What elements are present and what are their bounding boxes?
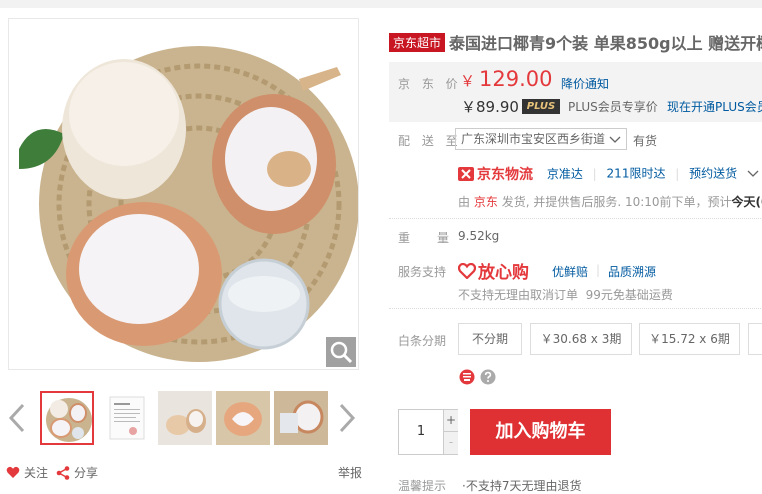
price-amount: 129.00 [479, 67, 553, 91]
weight-value: 9.52kg [458, 229, 500, 243]
report-link[interactable]: 举报 [338, 464, 362, 481]
logistics-truck-icon [458, 167, 474, 181]
installment-option-2[interactable]: ￥30.68 x 3期 [530, 323, 632, 355]
address-select[interactable]: 广东深圳市宝安区西乡街道 [455, 128, 627, 150]
installment-option-more[interactable] [748, 323, 762, 355]
share-icon [56, 465, 70, 480]
thumb-image [216, 391, 270, 445]
chevron-right-icon [339, 403, 356, 433]
logistics-row: 京东物流 京准达 | 211限时达 | 预约送货 [458, 164, 762, 184]
product-actions: 关注 分享 举报 [6, 462, 362, 482]
divider [389, 218, 762, 219]
chevron-down-icon [609, 136, 621, 143]
thumb-prev-button[interactable] [6, 402, 28, 434]
installment-option-3[interactable]: ￥15.72 x 6期 [639, 323, 740, 355]
plus-price: ￥89.90 [461, 98, 519, 116]
fangxingou-brand[interactable]: 放心购 [458, 258, 529, 283]
delivery-note: 由 京东 发货, 并提供售后服务. 10:10前下单，预计今天(0 [458, 195, 762, 209]
coconut-photo [9, 19, 358, 369]
service-label: 服务支持 [398, 265, 447, 279]
price-box: 京 东 价 ￥ 129.00 降价通知 ￥89.90 PLUS PLUS会员专享价… [389, 62, 762, 122]
divider [389, 308, 762, 309]
plus-tag: PLUS [522, 99, 560, 114]
thumb-image [158, 391, 212, 445]
weight-label: 重 量 [398, 231, 451, 245]
jd-price: ￥ 129.00 [460, 67, 553, 91]
quantity-decrease-button[interactable]: - [443, 432, 458, 454]
price-drop-notify-link[interactable]: 降价通知 [561, 75, 609, 92]
plus-desc: PLUS会员专享价 [568, 100, 658, 114]
delivery-option-3[interactable]: 预约送货 [689, 167, 737, 181]
service-note: 不支持无理由取消订单 99元免基础运费 [458, 288, 673, 302]
plus-open-link[interactable]: 现在开通PLUS会员 [667, 98, 762, 115]
product-title: 京东超市 泰国进口椰青9个装 单果850g以上 赠送开椰 [389, 30, 762, 54]
thumb-next-button[interactable] [336, 402, 358, 434]
thumbnail-1[interactable] [40, 391, 94, 445]
delivery-option-1[interactable]: 京准达 [547, 167, 583, 181]
thumb-image [42, 393, 92, 443]
tips-text: ·不支持7天无理由退货 [462, 479, 582, 493]
main-product-image[interactable] [8, 18, 359, 370]
share-button[interactable]: 分享 [56, 464, 98, 481]
add-to-cart-button[interactable]: 加入购物车 [470, 409, 611, 455]
delivery-option-2[interactable]: 211限时达 [607, 167, 666, 181]
chevron-left-icon [8, 403, 25, 433]
delivery-label: 配 送 至 [398, 134, 462, 148]
thumbnail-5[interactable] [274, 391, 328, 445]
thumbnail-2[interactable] [100, 391, 154, 445]
discount-icon[interactable] [459, 369, 475, 385]
stock-status: 有货 [633, 134, 658, 148]
seller-link[interactable]: 京东 [474, 195, 498, 209]
heart-outline-icon [458, 262, 476, 279]
installment-option-1[interactable]: 不分期 [458, 323, 522, 355]
top-strip [0, 0, 762, 8]
chevron-down-icon[interactable] [747, 170, 759, 178]
currency-symbol: ￥ [460, 72, 476, 90]
thumb-image [100, 391, 154, 445]
help-question-icon[interactable] [480, 369, 496, 385]
thumb-image [274, 391, 328, 445]
service-item-1[interactable]: 优鲜赔 [552, 263, 588, 280]
thumbnail-4[interactable] [216, 391, 270, 445]
product-title-text: 泰国进口椰青9个装 单果850g以上 赠送开椰 [449, 34, 762, 53]
follow-button[interactable]: 关注 [6, 464, 48, 481]
thumbnail-strip [0, 388, 366, 448]
heart-icon [6, 466, 20, 478]
address-value: 广东深圳市宝安区西乡街道 [461, 132, 606, 146]
quantity-increase-button[interactable]: + [443, 410, 458, 432]
service-item-2[interactable]: 品质溯源 [608, 263, 656, 280]
jd-logistics-brand: 京东物流 [458, 164, 533, 184]
price-label: 京 东 价 [398, 77, 462, 91]
zoom-button[interactable] [326, 337, 356, 367]
quantity-stepper: 1 + - [398, 409, 458, 455]
thumbnail-3[interactable] [158, 391, 212, 445]
quantity-input[interactable]: 1 [399, 410, 443, 454]
tips-label: 温馨提示 [398, 479, 447, 493]
installment-label: 白条分期 [398, 334, 447, 348]
magnifier-icon [330, 341, 353, 364]
jd-supermarket-badge: 京东超市 [389, 33, 446, 52]
